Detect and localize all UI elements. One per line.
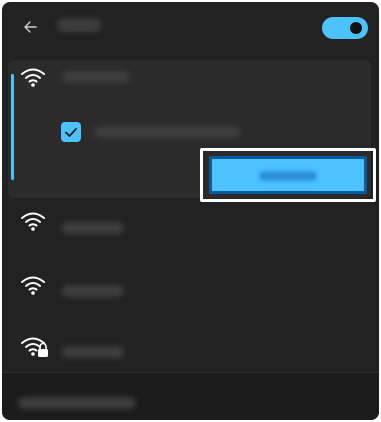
flyout-header: [2, 2, 379, 58]
page-title: [57, 18, 101, 32]
wifi-flyout: [2, 2, 379, 420]
wifi-icon: [21, 276, 45, 295]
connect-button-label: [259, 171, 317, 181]
selection-indicator: [11, 74, 14, 180]
network-name: [62, 71, 130, 83]
connect-button[interactable]: [209, 156, 367, 194]
wifi-toggle[interactable]: [322, 17, 368, 39]
flyout-footer: [2, 372, 379, 420]
wifi-lock-icon: [21, 337, 48, 357]
connect-automatically-checkbox[interactable]: [61, 122, 81, 142]
toggle-knob: [350, 22, 362, 34]
connect-automatically-label: [94, 126, 240, 138]
network-name: [62, 346, 124, 358]
checkmark-icon: [65, 128, 77, 137]
more-settings-link[interactable]: [18, 397, 136, 409]
wifi-icon: [21, 212, 45, 231]
network-name: [62, 285, 124, 297]
wifi-icon: [21, 68, 45, 87]
arrow-left-icon[interactable]: [20, 16, 42, 38]
network-name: [62, 222, 124, 234]
